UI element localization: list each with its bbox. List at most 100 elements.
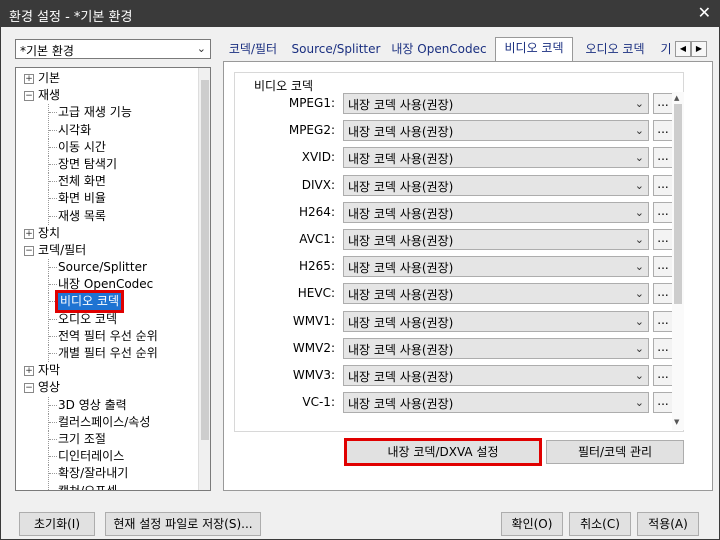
codec-options-button[interactable]: ... xyxy=(653,174,673,196)
tree-item[interactable]: 재생 목록 xyxy=(16,207,200,225)
codec-options-button[interactable]: ... xyxy=(653,365,673,386)
video-codec-panel: 비디오 코덱 MPEG1: 내장 코덱 사용(권장) ⌄... MPEG2: 내장 코덱… xyxy=(223,61,713,491)
tree-item[interactable]: 오디오 코덱 xyxy=(16,310,200,328)
codec-select[interactable]: 내장 코덱 사용(권장) ⌄ xyxy=(343,147,649,169)
filter-codec-manage-button[interactable]: 필터/코덱 관리 xyxy=(546,440,684,464)
tab-3[interactable]: 비디오 코덱 xyxy=(495,37,573,61)
codec-select[interactable]: 내장 코덱 사용(권장) ⌄ xyxy=(343,174,649,196)
codec-scroll-thumb[interactable] xyxy=(674,104,682,304)
tree-connector xyxy=(49,404,57,406)
tab-scroll-right-icon[interactable]: ▶ xyxy=(691,41,707,57)
tree-connector xyxy=(49,421,57,423)
tree-item[interactable]: + 장치 xyxy=(16,225,200,242)
codec-select[interactable]: 내장 코덱 사용(권장) ⌄ xyxy=(343,256,649,278)
chevron-down-icon: ⌄ xyxy=(634,178,644,192)
tree-item[interactable]: 장면 탐색기 xyxy=(16,155,200,173)
tree-item[interactable]: 전체 화면 xyxy=(16,173,200,191)
expand-icon[interactable]: + xyxy=(24,366,34,377)
codec-options-button[interactable]: ... xyxy=(653,310,673,332)
codec-select[interactable]: 내장 코덱 사용(권장) ⌄ xyxy=(343,365,649,386)
codec-options-button[interactable]: ... xyxy=(653,283,673,305)
codec-select[interactable]: 내장 코덱 사용(권장) ⌄ xyxy=(343,283,649,305)
codec-select[interactable]: 내장 코덱 사용(권장) ⌄ xyxy=(343,310,649,332)
tab-0[interactable]: 코덱/필터 xyxy=(223,39,283,59)
preset-dropdown[interactable]: *기본 환경 ⌄ xyxy=(15,39,211,59)
codec-name: H264: xyxy=(299,204,335,219)
save-current-settings-button[interactable]: 현재 설정 파일로 저장(S)... xyxy=(105,512,261,536)
tab-strip: 코덱/필터 Source/Splitter 내장 OpenCodec 비디오 코덱 오디… xyxy=(223,37,673,61)
codec-options-button[interactable]: ... xyxy=(653,147,673,169)
codec-row: HEVC: 내장 코덱 사용(권장) ⌄... xyxy=(235,283,675,305)
ok-button[interactable]: 확인(O) xyxy=(501,512,563,536)
collapse-icon[interactable]: − xyxy=(24,91,34,102)
codec-options-button[interactable]: ... xyxy=(653,392,673,414)
codec-options-button[interactable]: ... xyxy=(653,229,673,250)
codec-select[interactable]: 내장 코덱 사용(권장) ⌄ xyxy=(343,392,649,414)
tree-item[interactable]: + 자막 xyxy=(16,362,200,379)
chevron-down-icon: ⌄ xyxy=(634,97,644,110)
tree-scrollbar[interactable] xyxy=(198,68,210,490)
tree-item[interactable]: 고급 재생 기능 xyxy=(16,104,200,122)
tree-item-label: 컬러스페이스/속성 xyxy=(58,414,151,429)
scroll-down-icon[interactable]: ▼ xyxy=(674,418,679,426)
tree-item-label: 크기 조절 xyxy=(58,431,106,446)
tree-item[interactable]: 3D 영상 출력 xyxy=(16,396,200,414)
codec-scrollbar[interactable]: ▲ ▼ xyxy=(672,92,684,430)
tree-item[interactable]: + 기본 xyxy=(16,70,200,87)
tree-item[interactable]: 비디오 코덱 xyxy=(16,290,200,314)
collapse-icon[interactable]: − xyxy=(24,383,34,394)
scroll-up-icon[interactable]: ▲ xyxy=(674,94,679,102)
expand-icon[interactable]: + xyxy=(24,228,34,239)
tree-scroll-thumb[interactable] xyxy=(201,80,209,440)
codec-select[interactable]: 내장 코덱 사용(권장) ⌄ xyxy=(343,93,649,114)
tab-scroll-left-icon[interactable]: ◀ xyxy=(675,41,691,57)
tree-item[interactable]: 확장/잘라내기 xyxy=(16,465,200,483)
tree-item[interactable]: 크기 조절 xyxy=(16,430,200,448)
close-icon[interactable]: ✕ xyxy=(698,3,711,22)
tree-item-label: 재생 xyxy=(38,88,61,103)
apply-button[interactable]: 적용(A) xyxy=(637,512,699,536)
tree-item[interactable]: 이동 시간 xyxy=(16,138,200,156)
tree-item[interactable]: 캡쳐/으프셋 xyxy=(16,482,200,490)
expand-icon[interactable]: + xyxy=(24,74,34,84)
codec-options-button[interactable]: ... xyxy=(653,93,673,114)
cancel-button[interactable]: 취소(C) xyxy=(569,512,631,536)
tree-item[interactable]: − 코덱/필터 xyxy=(16,242,200,259)
tab-2[interactable]: 내장 OpenCodec xyxy=(387,39,491,59)
tree-item[interactable]: 내장 OpenCodec xyxy=(16,276,200,294)
reset-button[interactable]: 초기화(I) xyxy=(19,512,95,536)
codec-select-value: 내장 코덱 사용(권장) xyxy=(348,261,454,276)
codec-select[interactable]: 내장 코덱 사용(권장) ⌄ xyxy=(343,229,649,250)
codec-select[interactable]: 내장 코덱 사용(권장) ⌄ xyxy=(343,337,649,359)
collapse-icon[interactable]: − xyxy=(24,245,34,256)
tab-1[interactable]: Source/Splitter xyxy=(287,39,385,59)
tree-item[interactable]: 컬러스페이스/속성 xyxy=(16,413,200,431)
codec-select-value: 내장 코덱 사용(권장) xyxy=(348,397,454,412)
codec-options-button[interactable]: ... xyxy=(653,120,673,142)
codec-select[interactable]: 내장 코덱 사용(권장) ⌄ xyxy=(343,201,649,223)
tree-item[interactable]: − 재생 xyxy=(16,87,200,104)
tree-item[interactable]: 시각화 xyxy=(16,121,200,139)
tree-item[interactable]: 디인터레이스 xyxy=(16,448,200,466)
tab-4[interactable]: 오디오 코덱 xyxy=(575,39,655,59)
tree-item[interactable]: 화면 비율 xyxy=(16,190,200,208)
codec-options-button[interactable]: ... xyxy=(653,201,673,223)
preferences-window: 환경 설정 - *기본 환경 ✕ *기본 환경 ⌄ + 기본 − 재생 고급 재생 기능… xyxy=(0,0,720,540)
codec-options-button[interactable]: ... xyxy=(653,256,673,278)
chevron-down-icon: ⌄ xyxy=(634,233,644,246)
codec-name: WMV3: xyxy=(292,368,335,382)
codec-row: AVC1: 내장 코덱 사용(권장) ⌄... xyxy=(235,229,675,251)
tree-item[interactable]: − 영상 xyxy=(16,379,200,396)
tree-connector xyxy=(49,335,57,337)
codec-name: XVID: xyxy=(301,150,335,165)
chevron-down-icon: ⌄ xyxy=(634,260,644,274)
tree-item[interactable]: 전역 필터 우선 순위 xyxy=(16,327,200,345)
tree-item[interactable]: Source/Splitter xyxy=(16,259,200,277)
builtin-codec-dxva-button[interactable]: 내장 코덱/DXVA 설정 xyxy=(344,438,542,466)
tree-item-label: 디인터레이스 xyxy=(58,449,125,464)
codec-select[interactable]: 내장 코덱 사용(권장) ⌄ xyxy=(343,120,649,142)
codec-select-value: 내장 코덱 사용(권장) xyxy=(348,152,454,167)
tree-item[interactable]: 개별 필터 우선 순위 xyxy=(16,345,200,362)
tab-5[interactable]: 기 xyxy=(659,39,673,59)
codec-options-button[interactable]: ... xyxy=(653,337,673,359)
